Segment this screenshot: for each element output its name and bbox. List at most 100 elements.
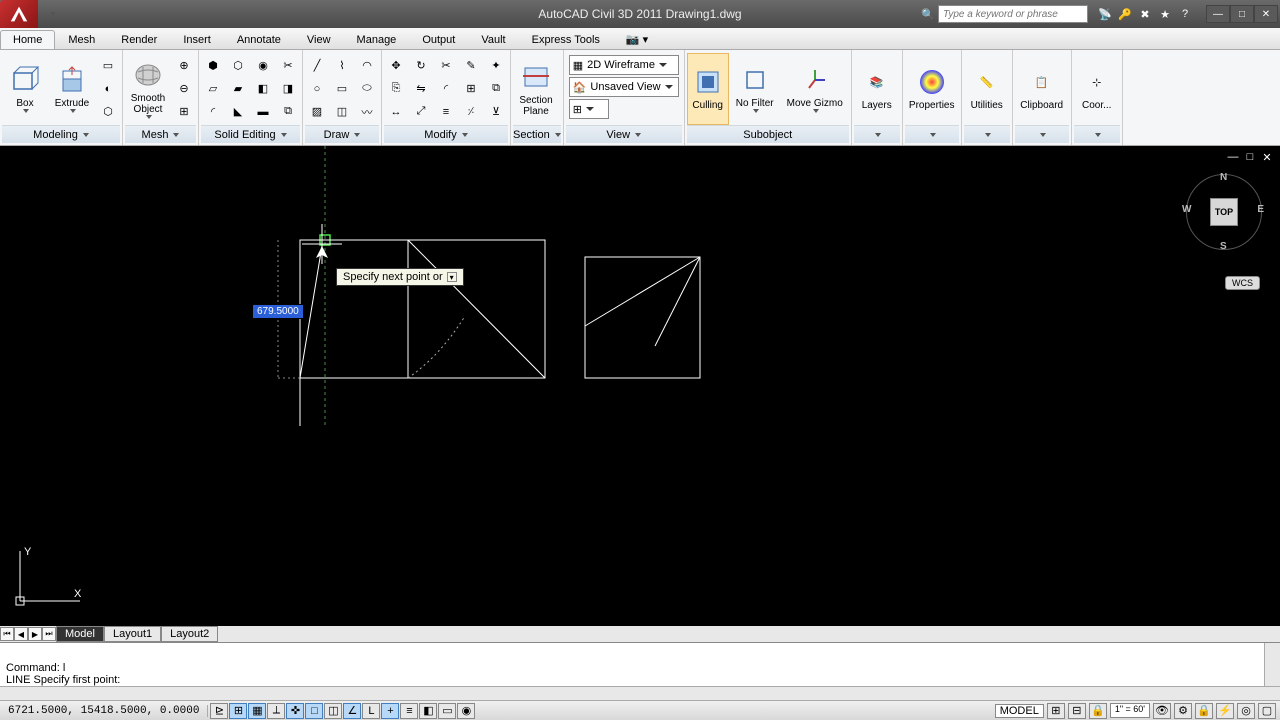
tab-insert[interactable]: Insert [170,30,224,49]
visual-style-dropdown[interactable]: ▦2D Wireframe [569,55,679,75]
mesh-more-icon[interactable]: ⊕ [172,55,196,77]
tab-annotate[interactable]: Annotate [224,30,294,49]
layout-tab-layout1[interactable]: Layout1 [104,626,161,642]
ellipse-icon[interactable]: ⬭ [355,78,379,100]
toolbar-lock-icon[interactable]: 🔒 [1195,703,1213,719]
union-icon[interactable]: ⬢ [201,55,225,77]
viewport-config-dropdown[interactable]: ⊞ [569,99,609,119]
scale-icon[interactable]: ⤢ [409,101,433,123]
layout-last-icon[interactable]: ⏭ [42,627,56,641]
tooltip-options-icon[interactable]: ▾ [447,272,457,282]
culling-button[interactable]: Culling [687,53,729,125]
command-line[interactable]: Command: l LINE Specify first point: Spe… [0,642,1280,700]
infocenter-icon[interactable]: 📡 [1097,6,1113,22]
3dosnap-icon[interactable]: ◫ [324,703,342,719]
polyline-icon[interactable]: ⌇ [330,55,354,77]
viewport-maximize-icon[interactable]: □ [1243,150,1257,164]
smooth-object-button[interactable]: Smooth Object [125,53,171,125]
clean-screen-icon[interactable]: ▢ [1258,703,1276,719]
array-icon[interactable]: ⊞ [459,78,483,100]
stretch-icon[interactable]: ↔ [384,101,408,123]
dyn-icon[interactable]: + [381,703,399,719]
tab-express[interactable]: Express Tools [519,30,613,49]
fillet-icon[interactable]: ◜ [434,78,458,100]
coordinate-readout[interactable]: 6721.5000, 15418.5000, 0.0000 [0,705,208,717]
viewport-minimize-icon[interactable]: — [1226,150,1240,164]
isolate-objects-icon[interactable]: ◎ [1237,703,1255,719]
hatch-icon[interactable]: ▨ [305,101,329,123]
join-icon[interactable]: ⊻ [484,101,508,123]
exchange-icon[interactable]: ✖ [1137,6,1153,22]
viewcube-top-face[interactable]: TOP [1210,198,1238,226]
viewcube-e[interactable]: E [1257,204,1264,215]
tab-manage[interactable]: Manage [344,30,410,49]
polar-icon[interactable]: ✜ [286,703,304,719]
tab-output[interactable]: Output [409,30,468,49]
layout-tab-layout2[interactable]: Layout2 [161,626,218,642]
annotation-visibility-icon[interactable]: 👁 [1153,703,1171,719]
subscription-icon[interactable]: 🔑 [1117,6,1133,22]
gizmo-button[interactable]: Move Gizmo [781,53,849,125]
favorites-icon[interactable]: ★ [1157,6,1173,22]
viewport-close-icon[interactable]: ✕ [1260,150,1274,164]
annotation-scale-dropdown[interactable]: 1" = 60' [1110,703,1150,718]
polysolid-icon[interactable]: ▭ [96,55,120,77]
spline-icon[interactable]: 〰 [355,101,379,123]
layout-tab-model[interactable]: Model [56,626,104,642]
break-icon[interactable]: ⸓ [459,101,483,123]
section-plane-button[interactable]: Section Plane [513,53,559,125]
maximize-button[interactable]: □ [1230,5,1254,23]
erase-icon[interactable]: ✎ [459,55,483,77]
ortho-icon[interactable]: ⟂ [267,703,285,719]
quickview-drawings-icon[interactable]: ⊟ [1068,703,1086,719]
color-edge-icon[interactable]: ▬ [251,101,275,123]
nofilter-button[interactable]: No Filter [730,53,780,125]
shell-icon[interactable]: ◨ [276,78,300,100]
offset-face-icon[interactable]: ◧ [251,78,275,100]
extrude-button[interactable]: Extrude [49,53,95,125]
minimize-button[interactable]: — [1206,5,1230,23]
close-button[interactable]: ✕ [1254,5,1278,23]
viewcube-s[interactable]: S [1220,241,1227,252]
grid-icon[interactable]: ▦ [248,703,266,719]
otrack-icon[interactable]: ∠ [343,703,361,719]
copy-icon[interactable]: ⎘ [384,78,408,100]
qp-icon[interactable]: ▭ [438,703,456,719]
tab-view[interactable]: View [294,30,344,49]
subtract-icon[interactable]: ⬡ [226,55,250,77]
help-icon[interactable]: ? [1177,6,1193,22]
transparency-icon[interactable]: ◧ [419,703,437,719]
explode-icon[interactable]: ✦ [484,55,508,77]
layout-prev-icon[interactable]: ◀ [14,627,28,641]
model-paper-toggle[interactable]: MODEL [995,704,1044,718]
hardware-accel-icon[interactable]: ⚡ [1216,703,1234,719]
utilities-button[interactable]: 📏Utilities [964,53,1010,125]
offset-icon[interactable]: ⧉ [484,78,508,100]
properties-button[interactable]: Properties [905,53,959,125]
taper-face-icon[interactable]: ▰ [226,78,250,100]
tab-home[interactable]: Home [0,30,55,49]
separate-icon[interactable]: ⧉ [276,101,300,123]
drawing-canvas[interactable]: — □ ✕ N S E W TOP WCS [0,146,1280,626]
box-button[interactable]: Box [2,53,48,125]
ducs-icon[interactable]: L [362,703,380,719]
cmd-vscrollbar[interactable] [1264,643,1280,686]
clipboard-button[interactable]: 📋Clipboard [1015,53,1069,125]
region-icon[interactable]: ◫ [330,101,354,123]
qat-dropdown-icon[interactable] [42,4,62,24]
viewcube-w[interactable]: W [1182,204,1191,215]
trim-icon[interactable]: ✂ [434,55,458,77]
wcs-badge[interactable]: WCS [1225,276,1260,290]
mirror-icon[interactable]: ⇋ [409,78,433,100]
annotation-scale-icon[interactable]: 🔒 [1089,703,1107,719]
coord-button[interactable]: ⊹Coor... [1074,53,1120,125]
saved-view-dropdown[interactable]: 🏠Unsaved View [569,77,679,97]
tab-mesh[interactable]: Mesh [55,30,108,49]
rotate-icon[interactable]: ↻ [409,55,433,77]
quickview-layouts-icon[interactable]: ⊞ [1047,703,1065,719]
arc-icon[interactable]: ◠ [355,55,379,77]
search-input[interactable] [938,5,1088,23]
extrude-face-icon[interactable]: ▱ [201,78,225,100]
snap-mode-icon[interactable]: ⊞ [229,703,247,719]
layers-button[interactable]: 📚Layers [854,53,900,125]
